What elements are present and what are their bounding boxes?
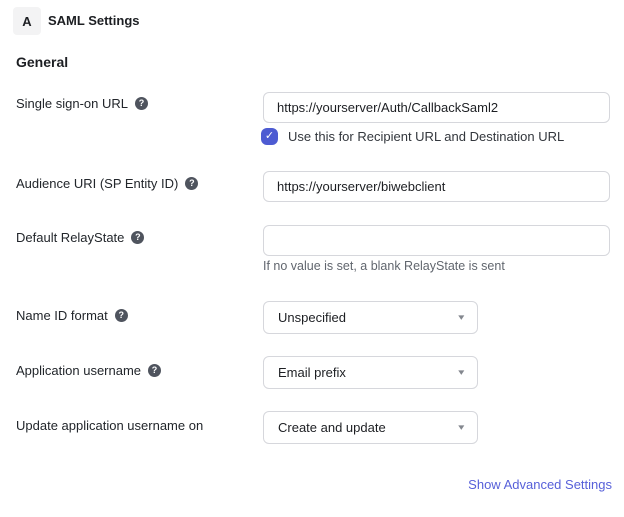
help-icon[interactable]: ? (185, 177, 198, 190)
help-icon[interactable]: ? (115, 309, 128, 322)
checkmark-icon: ✓ (265, 131, 274, 142)
saml-settings-panel: A SAML Settings General Single sign-on U… (0, 0, 624, 517)
name-id-format-label: Name ID format ? (16, 308, 128, 323)
sso-url-label-text: Single sign-on URL (16, 96, 128, 111)
audience-uri-input[interactable] (263, 171, 610, 202)
chevron-down-icon: ▾ (459, 313, 465, 322)
app-username-value: Email prefix (278, 365, 346, 380)
relaystate-label-text: Default RelayState (16, 230, 124, 245)
help-icon[interactable]: ? (148, 364, 161, 377)
update-username-select[interactable]: Create and update ▾ (263, 411, 478, 444)
app-logo-letter: A (22, 14, 31, 29)
app-username-select[interactable]: Email prefix ▾ (263, 356, 478, 389)
update-username-label: Update application username on (16, 418, 203, 433)
chevron-down-icon: ▾ (459, 423, 465, 432)
name-id-format-select[interactable]: Unspecified ▾ (263, 301, 478, 334)
help-icon[interactable]: ? (135, 97, 148, 110)
sso-url-label: Single sign-on URL ? (16, 96, 148, 111)
section-title-general: General (16, 54, 68, 70)
audience-uri-label-text: Audience URI (SP Entity ID) (16, 176, 178, 191)
update-username-value: Create and update (278, 420, 386, 435)
help-glyph: ? (189, 179, 195, 188)
help-icon[interactable]: ? (131, 231, 144, 244)
app-username-label: Application username ? (16, 363, 161, 378)
recipient-url-checkbox-label: Use this for Recipient URL and Destinati… (288, 129, 564, 144)
recipient-url-checkbox[interactable]: ✓ (261, 128, 278, 145)
relaystate-label: Default RelayState ? (16, 230, 144, 245)
help-glyph: ? (139, 99, 145, 108)
chevron-down-icon: ▾ (459, 368, 465, 377)
relaystate-helper-text: If no value is set, a blank RelayState i… (263, 259, 505, 273)
recipient-url-checkbox-row: ✓ Use this for Recipient URL and Destina… (261, 128, 564, 145)
help-glyph: ? (119, 311, 125, 320)
name-id-format-value: Unspecified (278, 310, 346, 325)
app-logo-badge: A (13, 7, 41, 35)
app-username-label-text: Application username (16, 363, 141, 378)
sso-url-input[interactable] (263, 92, 610, 123)
panel-title: SAML Settings (48, 13, 140, 28)
audience-uri-label: Audience URI (SP Entity ID) ? (16, 176, 198, 191)
relaystate-input[interactable] (263, 225, 610, 256)
help-glyph: ? (135, 233, 141, 242)
name-id-format-label-text: Name ID format (16, 308, 108, 323)
help-glyph: ? (152, 366, 158, 375)
update-username-label-text: Update application username on (16, 418, 203, 433)
show-advanced-settings-link[interactable]: Show Advanced Settings (468, 477, 612, 492)
